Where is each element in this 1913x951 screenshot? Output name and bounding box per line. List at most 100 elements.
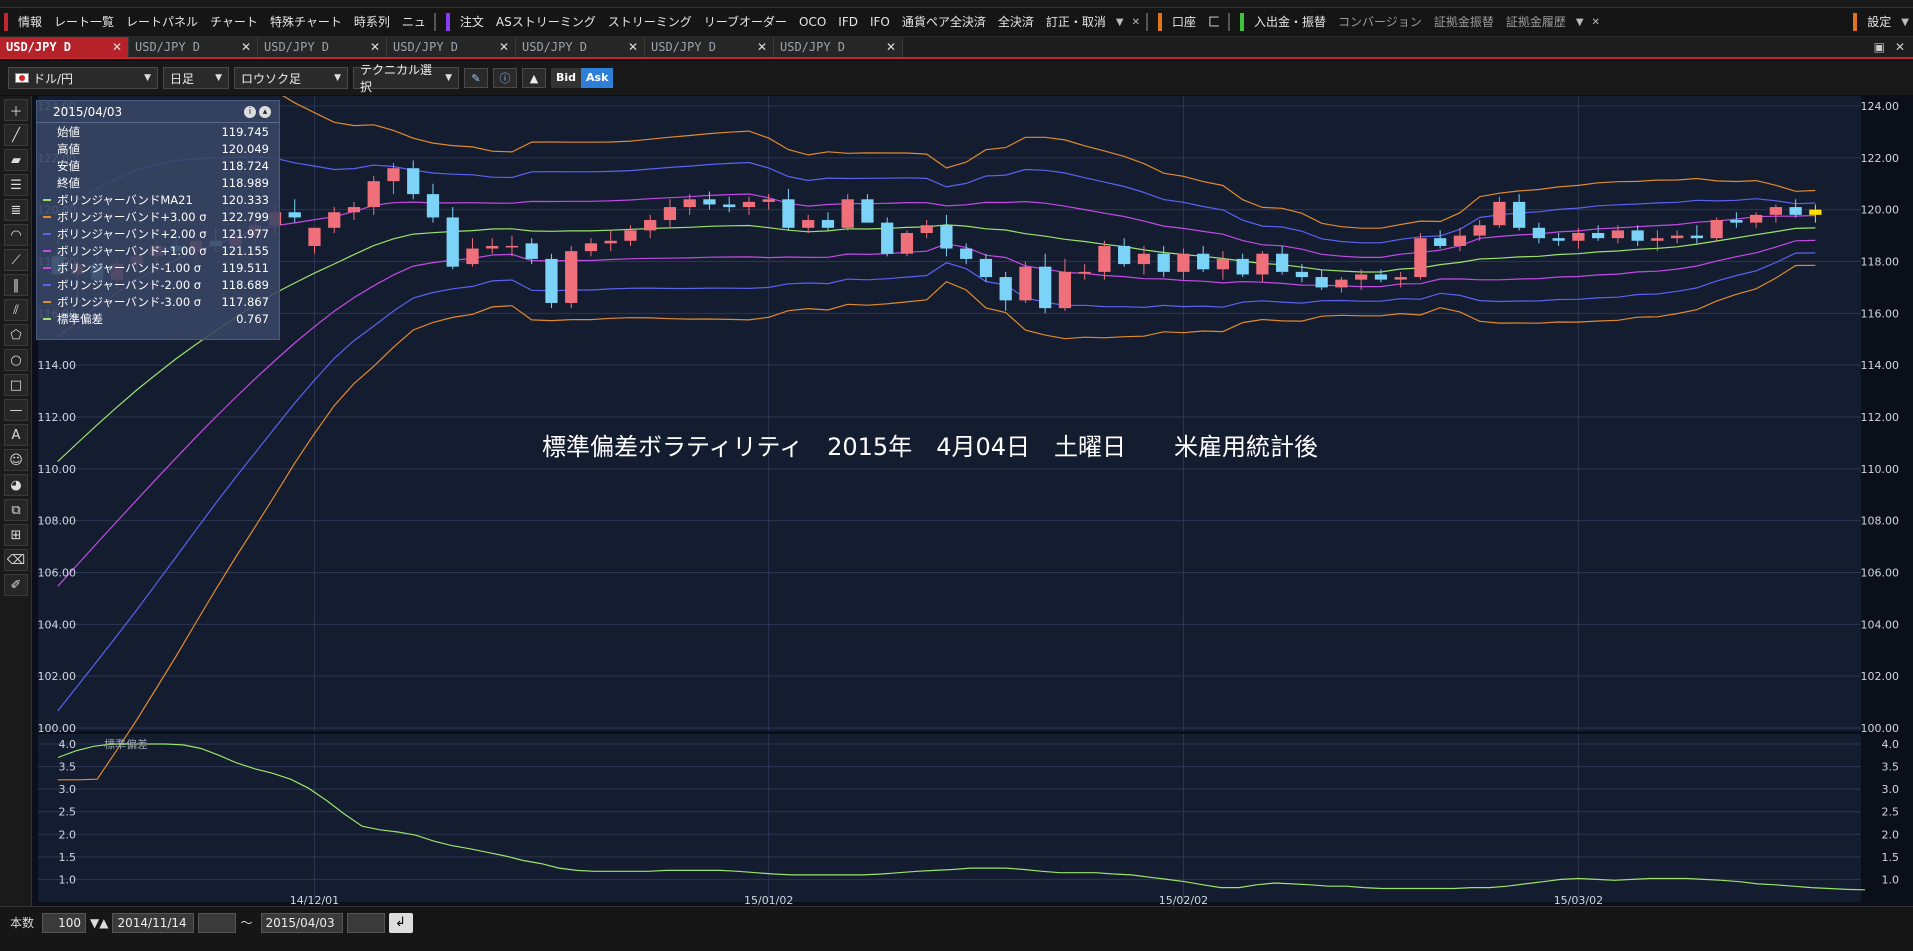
- copy-icon[interactable]: ⧉: [4, 499, 28, 521]
- object-icon[interactable]: ◕: [4, 474, 28, 496]
- dropdown-icon[interactable]: ▼▲: [90, 913, 108, 933]
- menu-news[interactable]: ニュ: [396, 13, 432, 31]
- return-icon[interactable]: ↲: [388, 913, 413, 933]
- accent-bar: [4, 13, 8, 31]
- text-icon[interactable]: A: [4, 424, 28, 446]
- menu-special-chart[interactable]: 特殊チャート: [264, 13, 348, 31]
- menu-settings[interactable]: 設定: [1861, 13, 1897, 31]
- maximize-icon[interactable]: ▣: [1874, 40, 1885, 54]
- crosshair-icon[interactable]: ＋: [4, 99, 28, 121]
- rectangle-icon[interactable]: □: [4, 374, 28, 396]
- info-icon[interactable]: ⓘ: [493, 68, 517, 88]
- pentagon-icon[interactable]: ⬠: [4, 324, 28, 346]
- tab-usdjpy-1[interactable]: USD/JPY D ✕: [0, 37, 129, 57]
- close-icon[interactable]: ✕: [1128, 17, 1144, 28]
- menu-ifo[interactable]: IFO: [864, 13, 896, 31]
- menu-oco[interactable]: OCO: [793, 13, 832, 31]
- erase-all-icon[interactable]: ✐: [4, 574, 28, 596]
- menu-account[interactable]: 口座: [1166, 13, 1202, 31]
- mountain-chart-icon[interactable]: ▲: [522, 68, 546, 88]
- data-window-row-label: 終値: [43, 175, 80, 191]
- channel-icon[interactable]: ⫽: [4, 299, 28, 321]
- fan-icon[interactable]: ◠: [4, 224, 28, 246]
- circle-icon[interactable]: ○: [4, 349, 28, 371]
- menu-leave-order[interactable]: リーブオーダー: [698, 13, 793, 31]
- chart-type-select[interactable]: ロウソク足 ▼: [234, 67, 348, 89]
- smiley-icon[interactable]: ☺: [4, 449, 28, 471]
- tab-usdjpy-5[interactable]: USD/JPY D ✕: [516, 37, 645, 57]
- menu-info[interactable]: 情報: [12, 13, 48, 31]
- eraser-icon[interactable]: ⌫: [4, 549, 28, 571]
- to-date-field[interactable]: 2015/04/03: [260, 913, 343, 933]
- tab-usdjpy-3[interactable]: USD/JPY D ✕: [258, 37, 387, 57]
- menu-streaming[interactable]: ストリーミング: [602, 13, 698, 31]
- drawing-tools: ＋ ╱ ▰ ☰ ≣ ◠ ⟋ ‖ ⫽ ⬠ ○ □ — A ☺ ◕ ⧉ ⊞ ⌫ ✐: [0, 96, 32, 906]
- menu-order[interactable]: 注文: [454, 13, 490, 31]
- chart-annotation: 標準偏差ボラティリティ 2015年 4月04日 土曜日 米雇用統計後: [542, 433, 1318, 461]
- chevron-down-icon: ▼: [445, 73, 452, 83]
- currency-pair-select[interactable]: ドル/円 ▼: [8, 67, 158, 89]
- menu-margin-history[interactable]: 証拠金履歴: [1500, 13, 1572, 31]
- close-icon[interactable]: ✕: [628, 40, 638, 54]
- close-icon[interactable]: ✕: [370, 40, 380, 54]
- menu-ifd[interactable]: IFD: [832, 13, 864, 31]
- menu-conversion[interactable]: コンバージョン: [1332, 13, 1428, 31]
- chart-area[interactable]: 124.00124.00122.00122.00120.00120.00118.…: [32, 96, 1913, 906]
- menu-deposit[interactable]: 入出金・振替: [1248, 13, 1332, 31]
- collapse-icon[interactable]: ▴: [259, 105, 271, 118]
- to-time-field[interactable]: [346, 913, 385, 933]
- data-window[interactable]: 2015/04/03 i ▴ 始値 119.745 高値 120.049 安値 118.72…: [36, 100, 280, 340]
- menu-as-streaming[interactable]: ASストリーミング: [490, 13, 602, 31]
- row-label-text: ボリンジャーバンド+1.00 σ: [57, 243, 207, 258]
- bid-button[interactable]: Bid: [551, 68, 582, 88]
- menu-margin-transfer[interactable]: 証拠金振替: [1428, 13, 1500, 31]
- candle-body: [347, 207, 361, 213]
- ruler-icon[interactable]: ▰: [4, 149, 28, 171]
- horizontal-lines-icon[interactable]: ☰: [4, 174, 28, 196]
- close-icon[interactable]: ✕: [499, 40, 509, 54]
- data-window-row-value: 121.155: [221, 243, 269, 258]
- pen-icon[interactable]: ✎: [464, 68, 488, 88]
- gann-icon[interactable]: ⟋: [4, 249, 28, 271]
- close-icon[interactable]: ✕: [1895, 40, 1905, 54]
- close-icon[interactable]: ✕: [241, 40, 251, 54]
- from-time-field[interactable]: [198, 913, 237, 933]
- tab-usdjpy-2[interactable]: USD/JPY D ✕: [129, 37, 258, 57]
- sub-y-tick-label-left: 1.0: [59, 873, 77, 886]
- close-icon[interactable]: ✕: [112, 40, 122, 54]
- fibonacci-icon[interactable]: ≣: [4, 199, 28, 221]
- menu-all-settle[interactable]: 全決済: [992, 13, 1040, 31]
- dropdown-icon[interactable]: ▼: [1897, 17, 1913, 28]
- close-icon[interactable]: ✕: [1588, 17, 1604, 28]
- dropdown-icon[interactable]: ▼: [1112, 17, 1128, 28]
- menu-time-series[interactable]: 時系列: [348, 13, 396, 31]
- menu-rate-panel[interactable]: レートパネル: [120, 13, 204, 31]
- timeframe-select[interactable]: 日足 ▼: [163, 67, 229, 89]
- bid-ask-toggle[interactable]: Bid Ask: [551, 68, 614, 88]
- dropdown-icon[interactable]: ▼: [1572, 17, 1588, 28]
- ask-button[interactable]: Ask: [581, 68, 614, 88]
- line-icon[interactable]: —: [4, 399, 28, 421]
- close-icon[interactable]: ✕: [757, 40, 767, 54]
- trendline-icon[interactable]: ╱: [4, 124, 28, 146]
- count-field[interactable]: 100: [42, 913, 87, 933]
- menu-pair-settle[interactable]: 通貨ペア全決済: [896, 13, 992, 31]
- info-icon[interactable]: i: [244, 105, 256, 118]
- layers-icon[interactable]: ⊞: [4, 524, 28, 546]
- from-date-field[interactable]: 2014/11/14: [112, 913, 195, 933]
- menu-chart[interactable]: チャート: [204, 13, 264, 31]
- tab-usdjpy-6[interactable]: USD/JPY D ✕: [645, 37, 774, 57]
- candle-body: [663, 207, 677, 221]
- menu-rate-list[interactable]: レート一覧: [48, 13, 120, 31]
- close-icon[interactable]: ✕: [886, 40, 896, 54]
- tab-usdjpy-7[interactable]: USD/JPY D ✕: [774, 37, 903, 57]
- vertical-lines-icon[interactable]: ‖: [4, 274, 28, 296]
- menu-account-sub[interactable]: 匚: [1202, 13, 1226, 31]
- tab-usdjpy-4[interactable]: USD/JPY D ✕: [387, 37, 516, 57]
- technical-select[interactable]: テクニカル選択 ▼: [353, 63, 459, 94]
- candle-body: [683, 199, 696, 208]
- sub-y-tick-label-left: 3.5: [59, 761, 77, 774]
- row-label-text: 高値: [57, 141, 80, 156]
- menu-modify-cancel[interactable]: 訂正・取消: [1040, 13, 1112, 31]
- candle-body: [1236, 258, 1249, 275]
